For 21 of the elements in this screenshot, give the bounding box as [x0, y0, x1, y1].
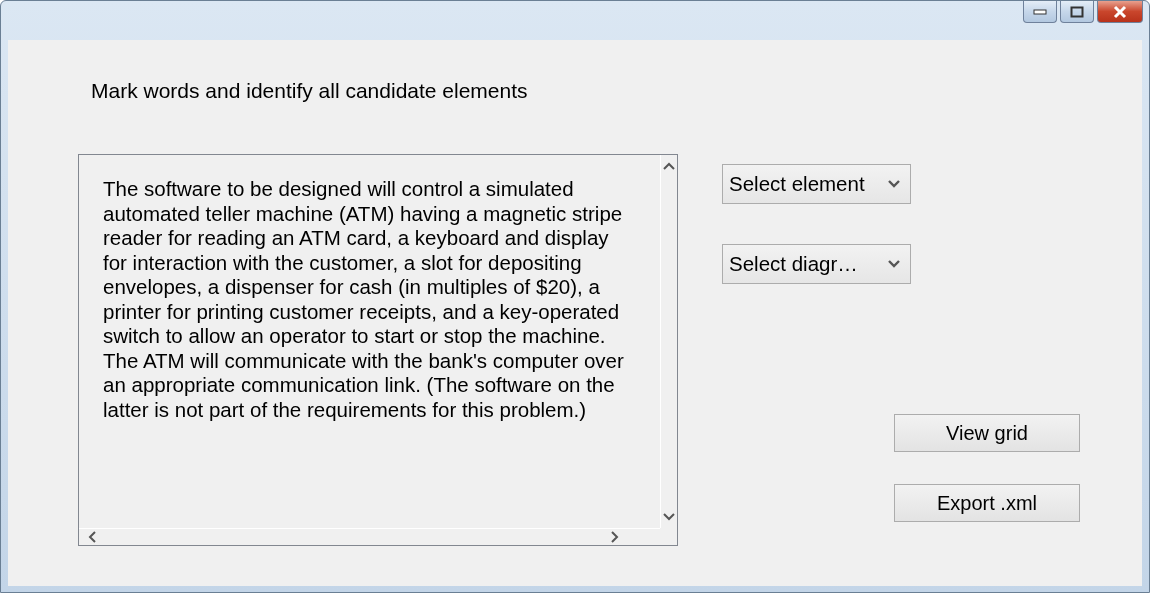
- maximize-button[interactable]: [1060, 1, 1094, 23]
- instruction-label: Mark words and identify all candidate elements: [91, 79, 529, 103]
- view-grid-button[interactable]: View grid: [894, 414, 1080, 452]
- scroll-up-icon[interactable]: [663, 161, 675, 171]
- scroll-down-icon[interactable]: [663, 512, 675, 522]
- select-dropdown[interactable]: Select element: [722, 164, 911, 204]
- text-area[interactable]: [78, 154, 678, 546]
- close-button[interactable]: [1097, 1, 1143, 23]
- vertical-scrollbar[interactable]: [660, 155, 677, 528]
- select-dropdown[interactable]: Select diagr…: [722, 244, 911, 284]
- chevron-down-icon: [888, 179, 900, 189]
- description-text: The software to be designed will control a simulated automated teller machine (ATM) having a magnetic stripe reader for reading an ATM card, a keyboard and display for interaction with the customer, a slot for depositing envelopes, a dispenser for cash (in multiples of $20), a printer for printing customer receipts, and a key-operated switch to allow an operator to start or stop the machine. The ATM will communicate with the bank's computer over an appropriate communication link. (The software on the latter is not part of the requirements for this problem.): [102, 176, 625, 423]
- maximize-icon: [1070, 5, 1084, 18]
- scroll-right-icon[interactable]: [610, 531, 620, 543]
- scroll-left-icon[interactable]: [87, 531, 97, 543]
- minimize-button[interactable]: [1023, 1, 1057, 23]
- horizontal-scrollbar[interactable]: [79, 528, 660, 545]
- minimize-icon: [1033, 8, 1047, 15]
- close-icon: [1112, 4, 1128, 19]
- chevron-down-icon: [888, 259, 900, 269]
- export-button[interactable]: Export .xml: [894, 484, 1080, 522]
